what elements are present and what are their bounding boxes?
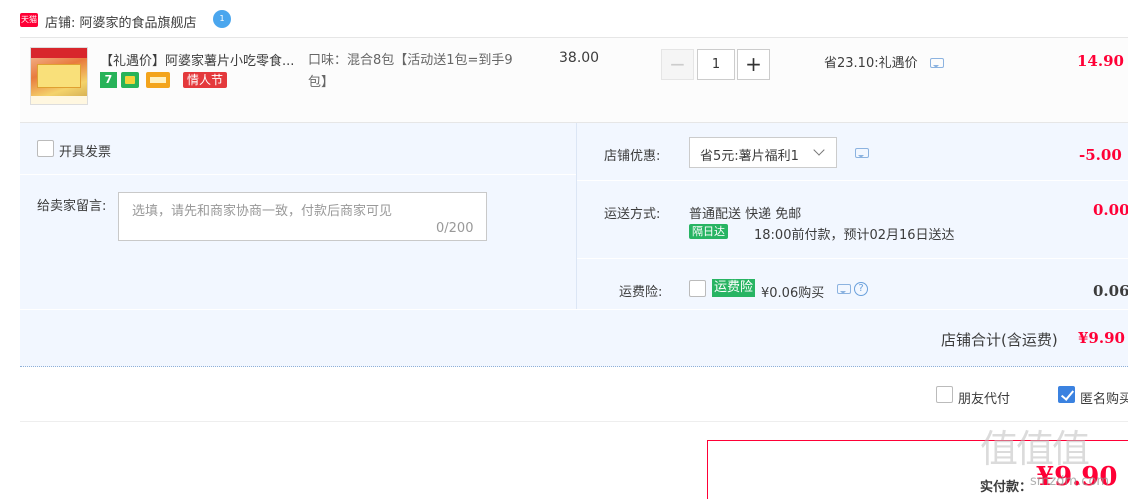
credit-card-icon: [146, 72, 170, 88]
memo-char-count: 0/200: [436, 221, 474, 236]
item-total-price: 14.90: [1077, 52, 1124, 70]
anonymous-label[interactable]: 匿名购买: [1080, 388, 1128, 407]
product-title[interactable]: 【礼遇价】阿婆家薯片小吃零食...: [100, 50, 305, 69]
shop-discount-amount: -5.00: [1079, 146, 1122, 164]
comment-icon[interactable]: [837, 284, 851, 294]
invoice-label[interactable]: 开具发票: [59, 141, 111, 160]
chat-badge-count: 1: [219, 14, 225, 23]
memo-label: 给卖家留言:: [37, 199, 107, 214]
row-separator: [577, 258, 1128, 259]
seven-day-return-icon: 7: [100, 72, 117, 88]
panel-divider: [576, 123, 577, 310]
insurance-checkbox[interactable]: [689, 280, 706, 297]
next-day-delivery-tag: 隔日达: [689, 224, 728, 239]
insurance-tag: 运费险: [712, 279, 756, 297]
shop-name[interactable]: 店铺: 阿婆家的食品旗舰店: [45, 12, 197, 31]
chat-icon[interactable]: 1: [213, 10, 231, 28]
invoice-checkbox[interactable]: [37, 140, 54, 157]
shop-discount-select[interactable]: 省5元:薯片福利1: [689, 137, 837, 168]
valentines-tag: 情人节: [183, 72, 228, 88]
watermark-site: smzdm.com: [1030, 474, 1110, 489]
insurance-amount: 0.06: [1093, 282, 1128, 300]
comment-icon[interactable]: [930, 58, 944, 68]
row-separator: [20, 309, 1128, 310]
item-discount-text: 省23.10:礼遇价: [824, 56, 918, 71]
friend-pay-label[interactable]: 朋友代付: [958, 388, 1010, 407]
quantity-input[interactable]: [697, 49, 735, 80]
delivery-estimate: 18:00前付款，预计02月16日送达: [754, 228, 955, 243]
shop-total-value: ¥9.90: [1078, 329, 1125, 347]
unit-price: 38.00: [559, 50, 600, 66]
row-separator: [577, 180, 1128, 181]
product-sku: 口味：混合8包【活动送1包=到手9包】: [308, 53, 513, 90]
help-icon[interactable]: ?: [854, 282, 868, 296]
divider: [20, 421, 1128, 422]
insurance-label: 运费险:: [619, 285, 663, 300]
insurance-price: ¥0.06购买: [761, 286, 825, 301]
tmall-badge: 天猫: [20, 13, 38, 27]
delivery-method: 普通配送 快递 免邮: [689, 207, 802, 222]
shop-total-label: 店铺合计(含运费): [941, 331, 1058, 349]
shopping-bag-icon: [121, 72, 139, 88]
pay-label: 实付款：: [980, 480, 1033, 495]
delivery-label: 运送方式:: [604, 207, 661, 222]
product-thumbnail[interactable]: [30, 47, 88, 105]
friend-pay-checkbox[interactable]: [936, 386, 953, 403]
memo-placeholder: 选填，请先和商家协商一致，付款后商家可见: [132, 204, 393, 219]
delivery-amount: 0.00: [1093, 201, 1128, 219]
comment-icon[interactable]: [855, 148, 869, 158]
quantity-decrease-button[interactable]: −: [661, 49, 694, 80]
shop-discount-label: 店铺优惠:: [604, 149, 661, 164]
anonymous-checkbox[interactable]: [1058, 386, 1075, 403]
quantity-increase-button[interactable]: +: [737, 49, 770, 80]
